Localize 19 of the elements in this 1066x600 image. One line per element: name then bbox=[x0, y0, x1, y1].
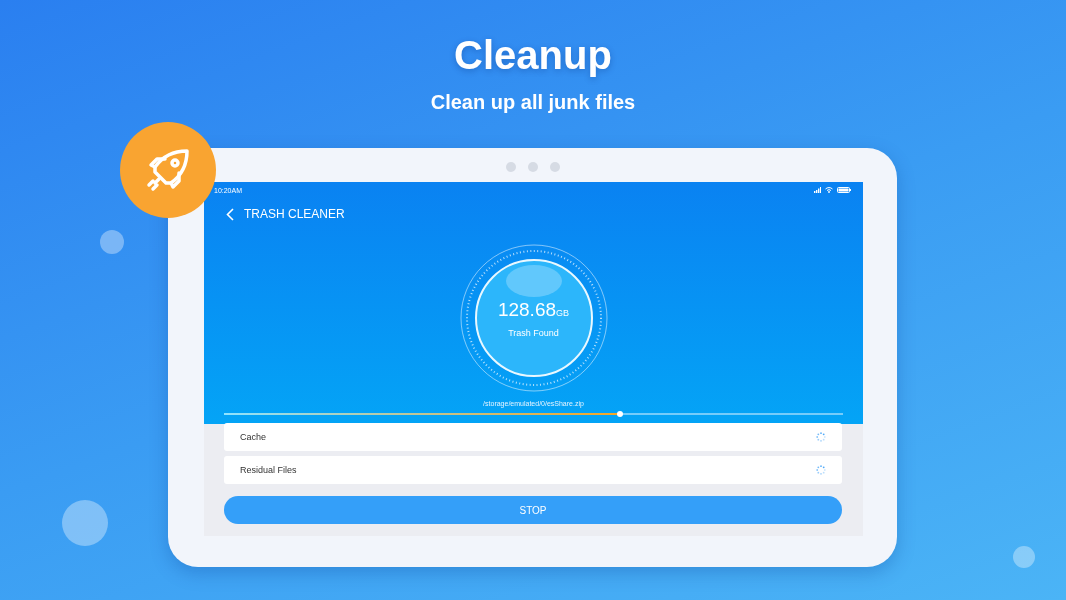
gauge-caption: Trash Found bbox=[508, 327, 559, 338]
subtitle: Clean up all junk files bbox=[430, 90, 636, 114]
bubble bbox=[1013, 546, 1035, 568]
category-label: Residual Files bbox=[240, 465, 297, 475]
headline: Cleanup bbox=[454, 32, 612, 79]
trash-amount: 128.68GB bbox=[497, 298, 570, 322]
battery-icon bbox=[837, 187, 851, 193]
camera-dot bbox=[549, 162, 560, 172]
bubble bbox=[62, 500, 108, 546]
bubble bbox=[100, 230, 124, 254]
category-label: Cache bbox=[240, 432, 266, 442]
camera-dot bbox=[505, 162, 516, 172]
camera-dot bbox=[527, 162, 538, 172]
signal-icon bbox=[814, 187, 821, 193]
screen-title: TRASH CLEANER bbox=[244, 207, 345, 221]
back-button[interactable] bbox=[226, 207, 234, 221]
wifi-icon bbox=[825, 187, 833, 193]
progress-thumb bbox=[617, 411, 624, 417]
stop-button[interactable]: STOP bbox=[224, 496, 842, 524]
